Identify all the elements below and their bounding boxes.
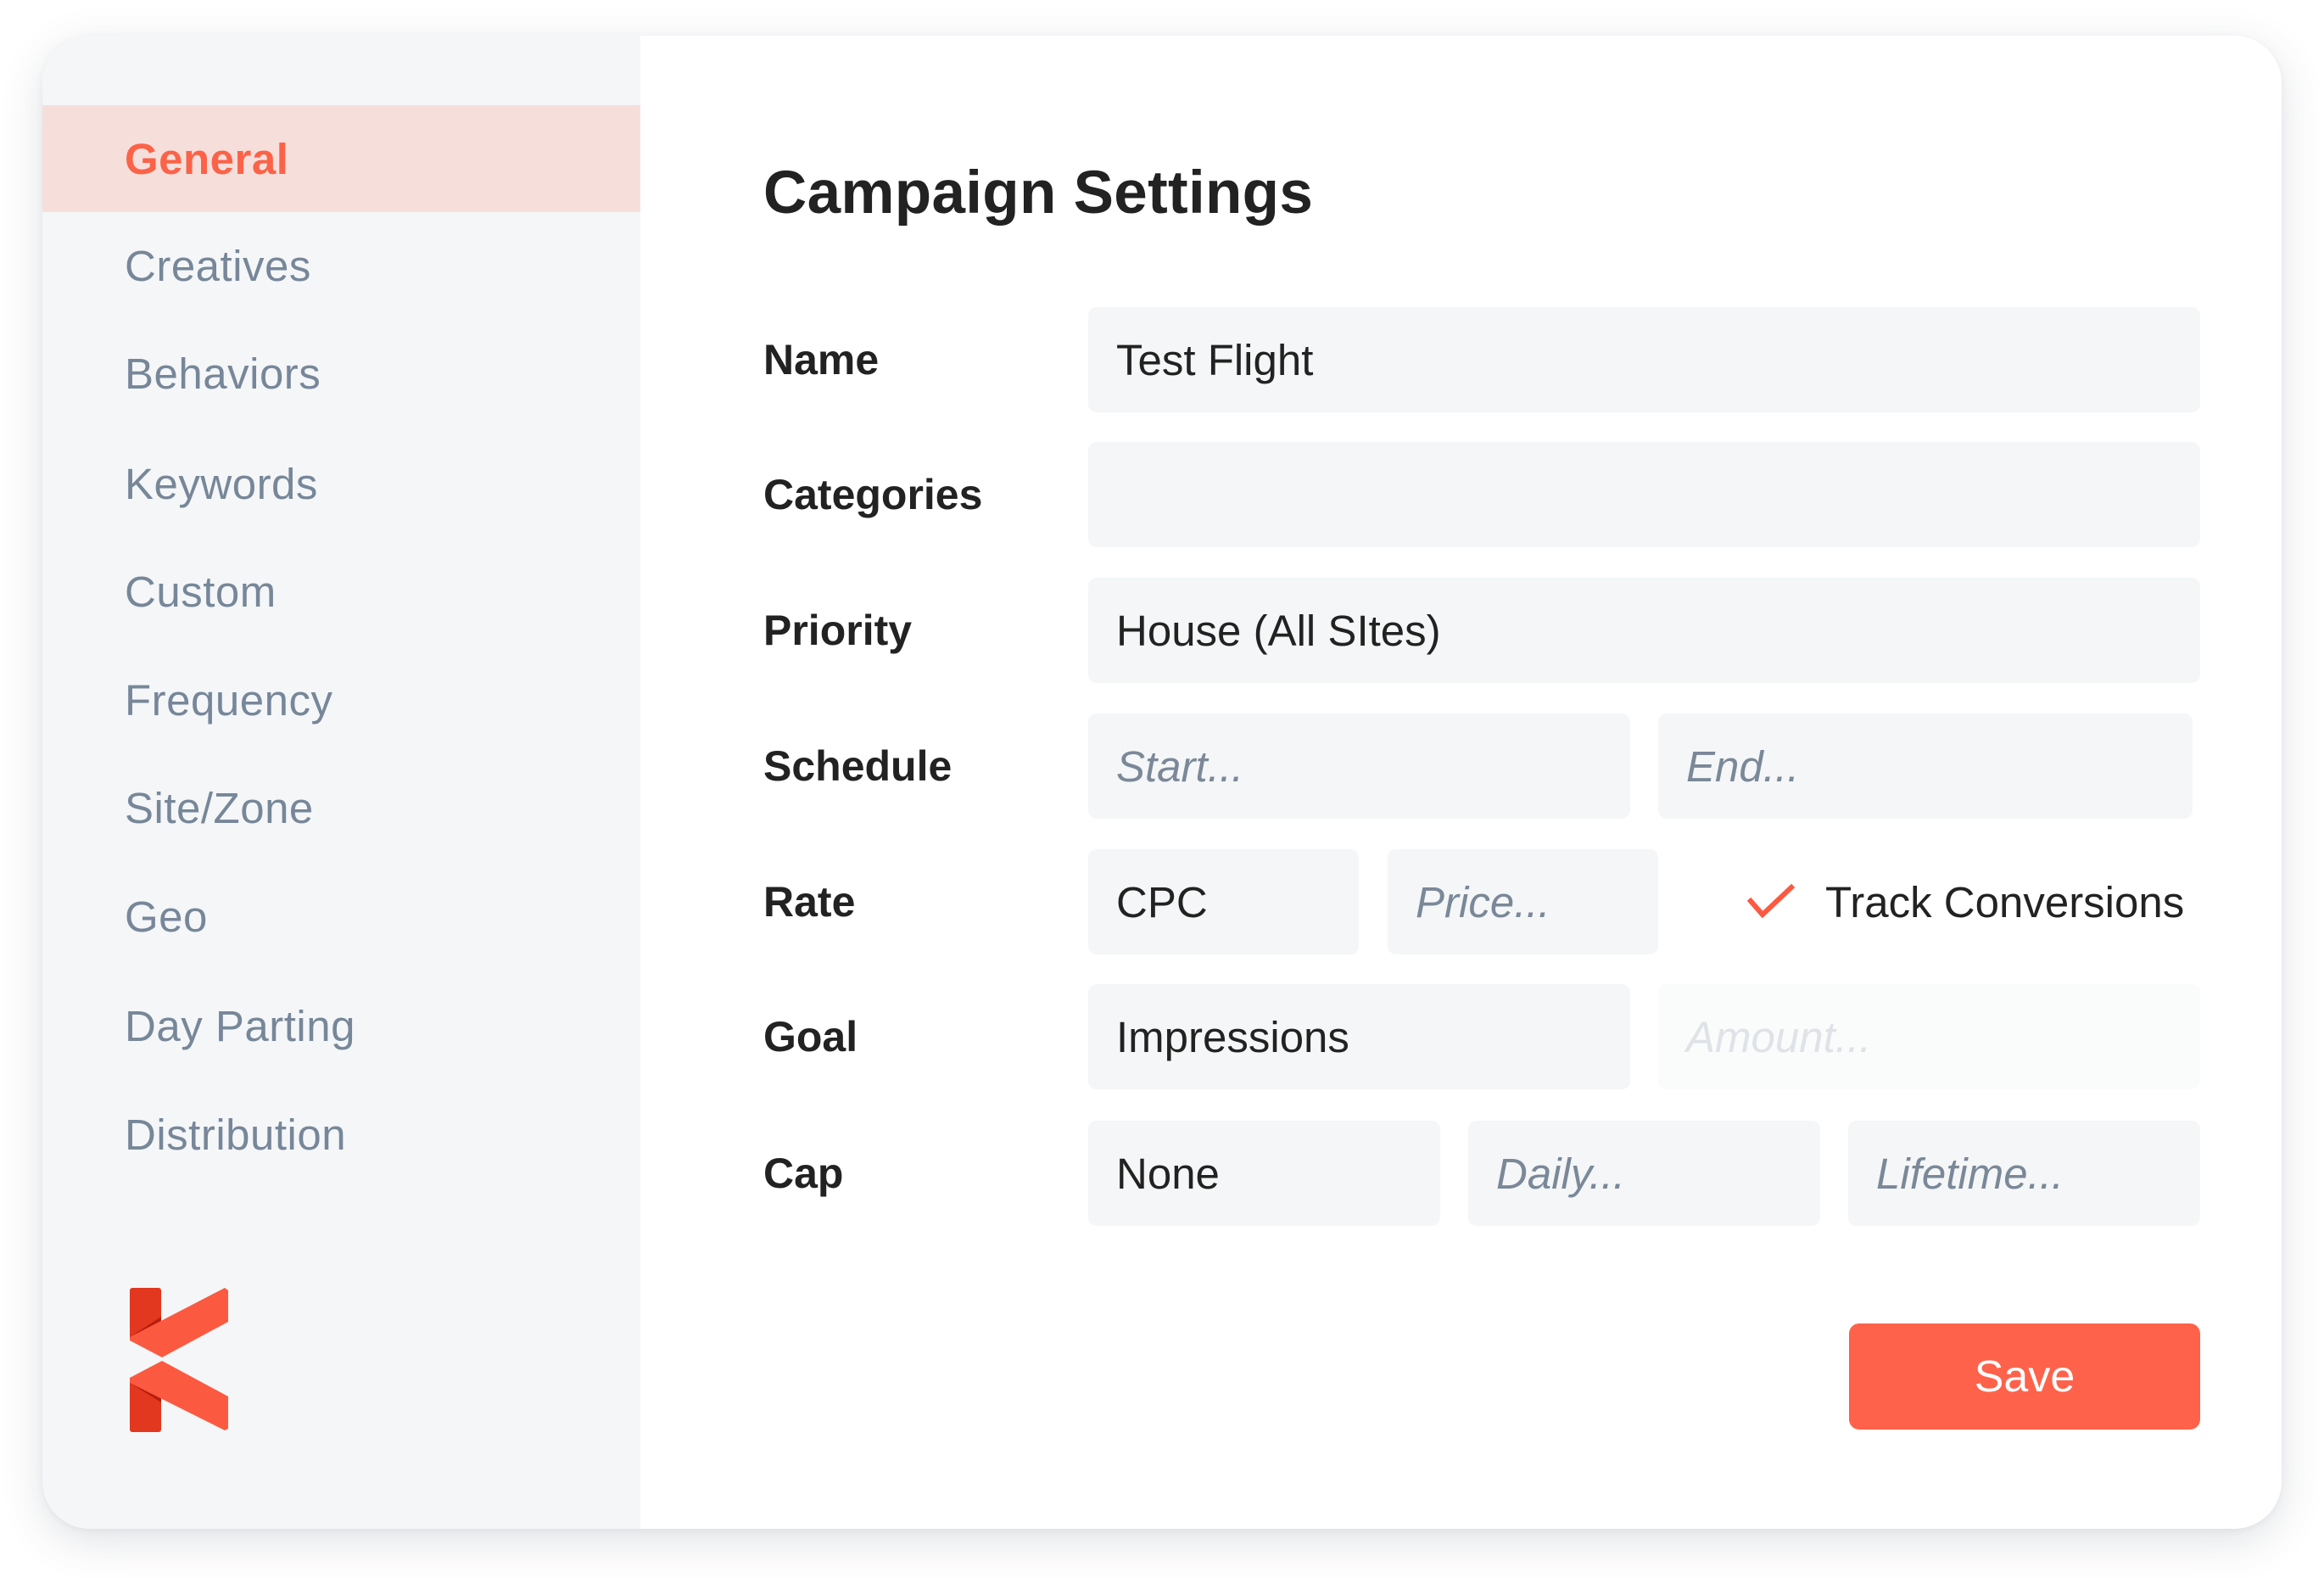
sidebar-item-creatives[interactable]: Creatives xyxy=(42,212,640,319)
goal-label: Goal xyxy=(763,1013,858,1060)
cap-daily-input[interactable]: Daily... xyxy=(1468,1121,1820,1226)
sidebar-item-distribution[interactable]: Distribution xyxy=(42,1081,640,1188)
checkmark-icon xyxy=(1747,883,1796,919)
sidebar-item-day-parting[interactable]: Day Parting xyxy=(42,972,640,1079)
save-button[interactable]: Save xyxy=(1849,1323,2200,1430)
rate-type-select[interactable]: CPC xyxy=(1088,849,1359,954)
rate-price-input[interactable]: Price... xyxy=(1388,849,1658,954)
goal-type-select[interactable]: Impressions xyxy=(1088,984,1630,1089)
k-logo-icon xyxy=(130,1288,228,1432)
goal-amount-input: Amount... xyxy=(1658,984,2200,1089)
cap-lifetime-input[interactable]: Lifetime... xyxy=(1848,1121,2200,1226)
priority-label: Priority xyxy=(763,607,913,654)
track-conversions-label: Track Conversions xyxy=(1825,877,2185,926)
sidebar-item-general[interactable]: General xyxy=(42,105,640,212)
schedule-end-input[interactable]: End... xyxy=(1658,713,2193,819)
priority-select[interactable]: House (All SItes) xyxy=(1088,578,2200,683)
cap-type-select[interactable]: None xyxy=(1088,1121,1440,1226)
page-title: Campaign Settings xyxy=(763,159,1314,227)
cap-label: Cap xyxy=(763,1150,844,1197)
sidebar-item-frequency[interactable]: Frequency xyxy=(42,646,640,753)
sidebar-item-behaviors[interactable]: Behaviors xyxy=(42,320,640,427)
settings-card: General Creatives Behaviors Keywords Cus… xyxy=(42,36,2282,1529)
sidebar-item-geo[interactable]: Geo xyxy=(42,863,640,970)
name-label: Name xyxy=(763,336,880,383)
sidebar-item-keywords[interactable]: Keywords xyxy=(42,430,640,537)
sidebar-item-custom[interactable]: Custom xyxy=(42,538,640,645)
categories-label: Categories xyxy=(763,471,983,518)
rate-label: Rate xyxy=(763,878,856,926)
name-input[interactable]: Test Flight xyxy=(1088,307,2200,412)
schedule-label: Schedule xyxy=(763,742,953,790)
schedule-start-input[interactable]: Start... xyxy=(1088,713,1630,819)
categories-input[interactable] xyxy=(1088,442,2200,547)
sidebar-item-site-zone[interactable]: Site/Zone xyxy=(42,754,640,861)
sidebar: General Creatives Behaviors Keywords Cus… xyxy=(42,36,640,1529)
track-conversions-checkbox[interactable]: Track Conversions xyxy=(1747,849,2184,954)
main-panel: Campaign Settings Name Test Flight Categ… xyxy=(640,36,2282,1529)
